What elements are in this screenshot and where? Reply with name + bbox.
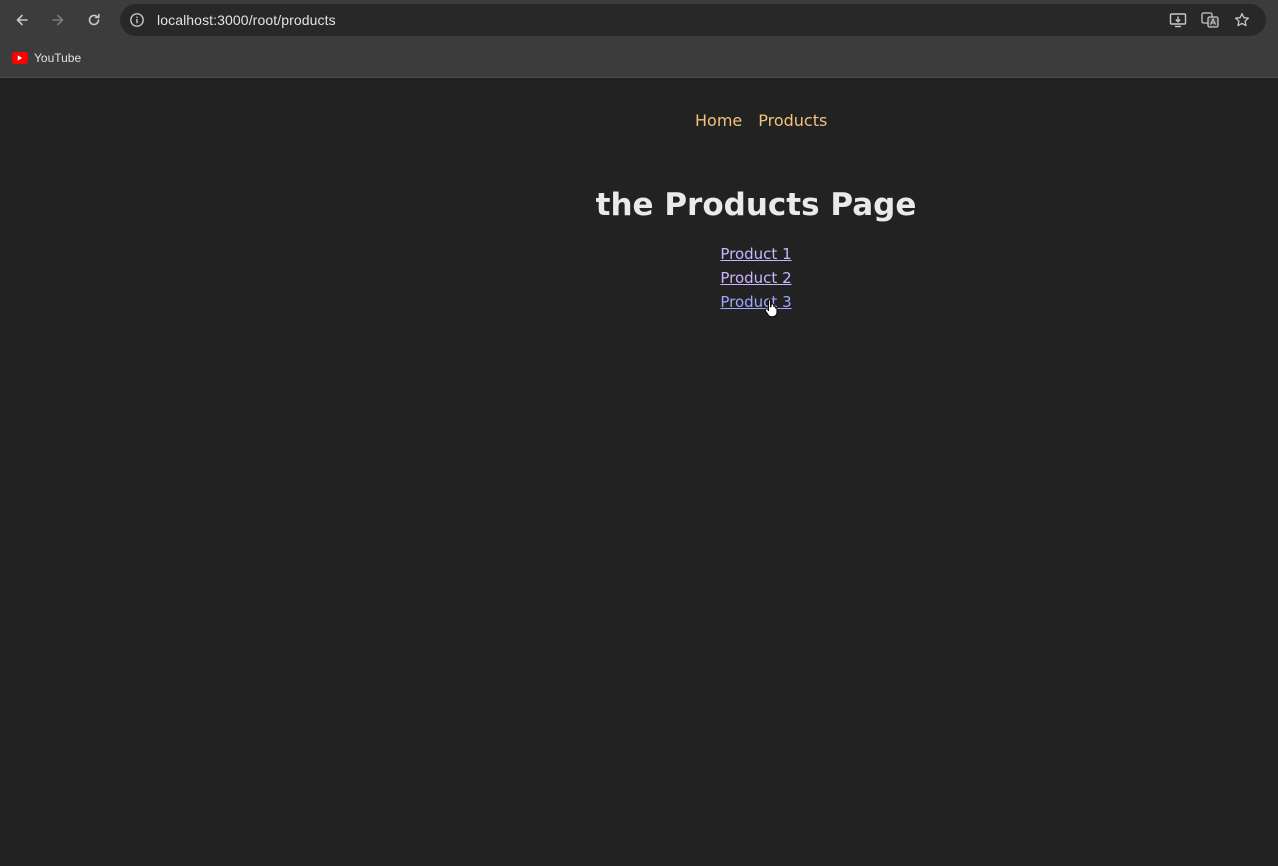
youtube-icon — [12, 52, 28, 64]
product-link-2[interactable]: Product 2 — [720, 269, 791, 288]
page-content: Home Products the Products Page Product … — [0, 79, 1278, 866]
product-link-1[interactable]: Product 1 — [720, 245, 791, 264]
forward-arrow-icon[interactable] — [46, 8, 70, 32]
star-icon[interactable] — [1232, 11, 1252, 29]
bookmark-youtube[interactable]: YouTube — [12, 48, 81, 68]
browser-chrome: localhost:3000/root/products YouTube — [0, 0, 1278, 78]
bookmarks-bar: YouTube — [0, 44, 1278, 72]
url-text[interactable]: localhost:3000/root/products — [157, 12, 336, 28]
reload-icon[interactable] — [82, 8, 106, 32]
browser-toolbar: localhost:3000/root/products — [0, 0, 1278, 40]
bookmark-label: YouTube — [34, 51, 82, 65]
back-arrow-icon[interactable] — [10, 8, 34, 32]
nav-link-home[interactable]: Home — [695, 111, 742, 130]
install-app-icon[interactable] — [1168, 11, 1188, 29]
hand-cursor-icon — [764, 299, 778, 318]
page-title: the Products Page — [595, 187, 917, 223]
product-link-3[interactable]: Product 3 — [720, 293, 791, 312]
product-list: Product 1 Product 2 Product 3 — [700, 245, 812, 312]
nav-link-products[interactable]: Products — [758, 111, 827, 130]
info-icon[interactable] — [128, 11, 146, 29]
translate-icon[interactable] — [1200, 11, 1220, 29]
address-bar[interactable]: localhost:3000/root/products — [120, 4, 1266, 36]
